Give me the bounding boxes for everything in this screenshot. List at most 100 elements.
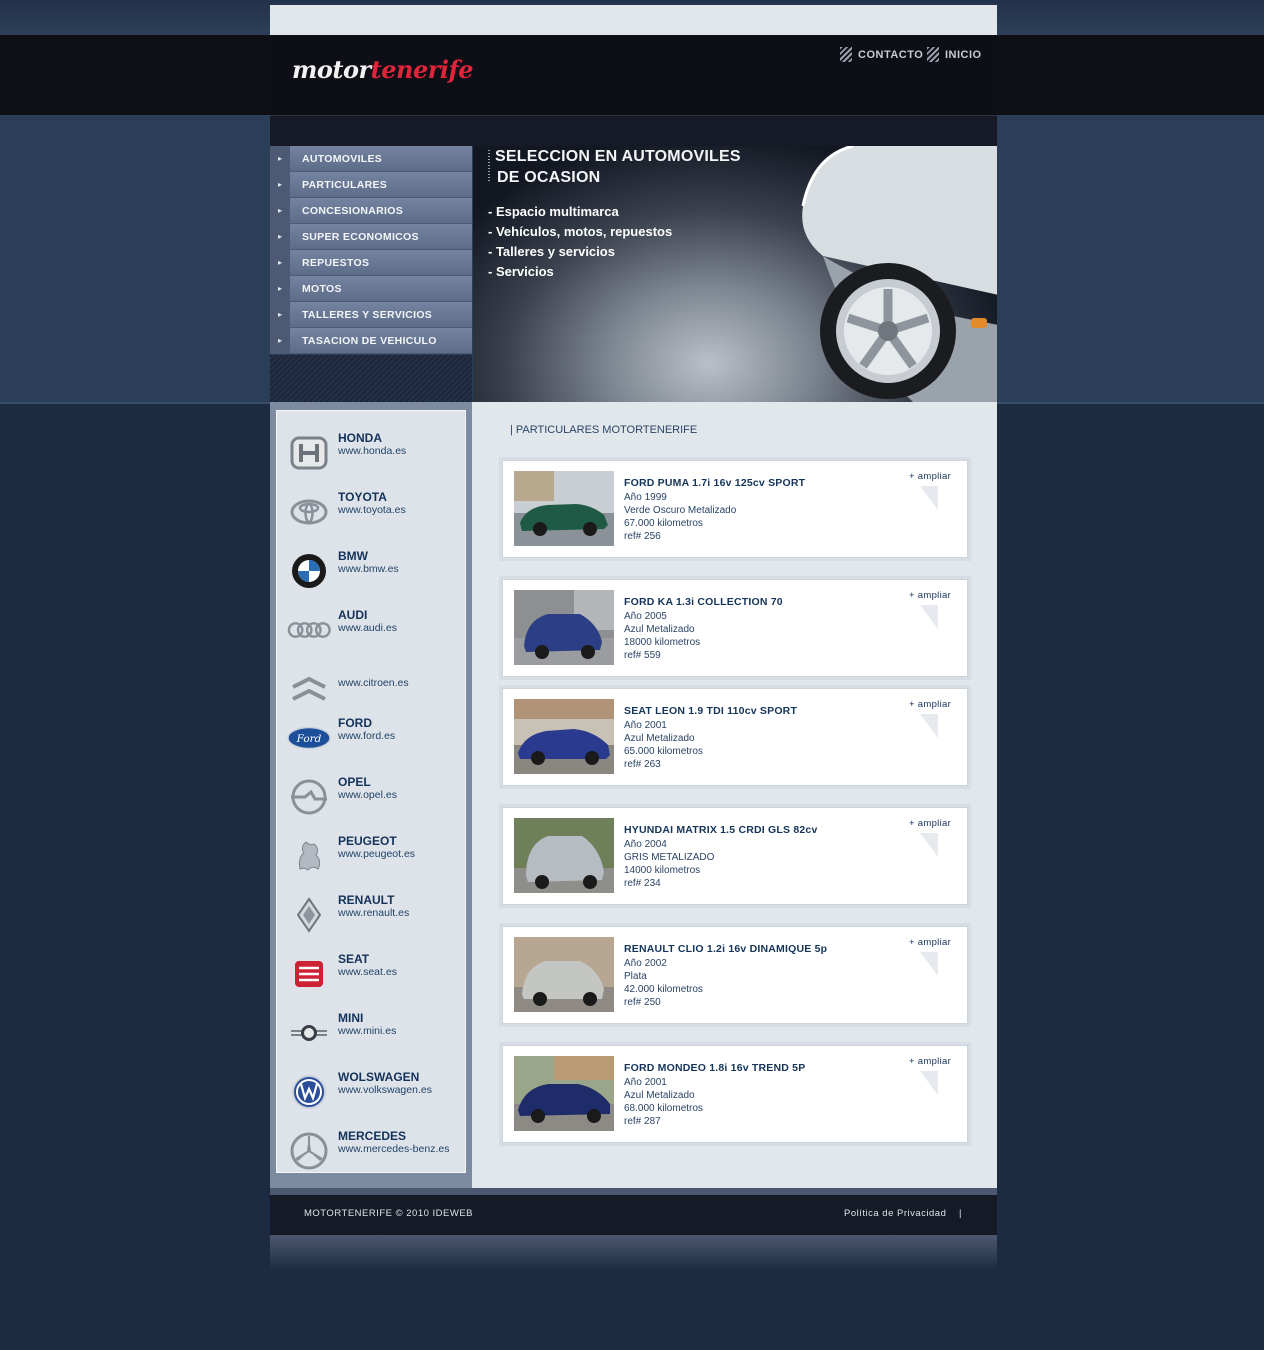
brand-url[interactable]: www.ford.es bbox=[338, 730, 453, 743]
brand-item-audi[interactable]: AUDI www.audi.es bbox=[277, 602, 465, 661]
listing-year: Año 1999 bbox=[624, 492, 667, 503]
honda-logo-icon bbox=[287, 433, 331, 473]
menu-item-tasacion-vehiculo[interactable]: ▸ TASACION DE VEHICULO bbox=[270, 328, 472, 354]
brand-item-volkswagen[interactable]: WOLSWAGEN www.volkswagen.es bbox=[277, 1064, 465, 1123]
brand-item-ford[interactable]: Ford FORD www.ford.es bbox=[277, 710, 465, 769]
listing-photo[interactable] bbox=[514, 937, 614, 1012]
listing-photo[interactable] bbox=[514, 699, 614, 774]
listing-photo[interactable] bbox=[514, 1056, 614, 1131]
menu-item-automoviles[interactable]: ▸ AUTOMOVILES bbox=[270, 146, 472, 172]
menu-item-particulares[interactable]: ▸ PARTICULARES bbox=[270, 172, 472, 198]
menu-item-label: MOTOS bbox=[302, 282, 342, 295]
hero-title-line2: DE OCASION bbox=[497, 169, 601, 186]
menu-item-label: AUTOMOVILES bbox=[302, 152, 383, 165]
brand-url[interactable]: www.mini.es bbox=[338, 1025, 453, 1038]
listing-color: Verde Oscuro Metalizado bbox=[624, 505, 737, 516]
section-title: | PARTICULARES MOTORTENERIFE bbox=[510, 424, 698, 436]
listing-ref: ref# 250 bbox=[624, 997, 661, 1008]
listing-card[interactable]: FORD MONDEO 1.8i 16v TREND 5P Año 2001 A… bbox=[502, 1045, 968, 1143]
listing-title[interactable]: FORD MONDEO 1.8i 16v TREND 5P bbox=[624, 1062, 805, 1074]
menu-item-motos[interactable]: ▸ MOTOS bbox=[270, 276, 472, 302]
brand-item-opel[interactable]: OPEL www.opel.es bbox=[277, 769, 465, 828]
menu-item-talleres-servicios[interactable]: ▸ TALLERES Y SERVICIOS bbox=[270, 302, 472, 328]
brand-url[interactable]: www.mercedes-benz.es bbox=[338, 1143, 453, 1156]
page-fold-icon bbox=[920, 486, 938, 510]
hero-bullet: - Talleres y servicios bbox=[488, 244, 615, 259]
page-container: motortenerife CONTACTO INICIO ▸ AUTOMOVIL… bbox=[270, 5, 997, 1270]
brand-item-seat[interactable]: SEAT www.seat.es bbox=[277, 946, 465, 1005]
ampliar-link[interactable]: + ampliar bbox=[909, 818, 951, 829]
listing-color: Azul Metalizado bbox=[624, 733, 695, 744]
brand-name: TOYOTA bbox=[338, 490, 387, 504]
menu-item-concesionarios[interactable]: ▸ CONCESIONARIOS bbox=[270, 198, 472, 224]
ampliar-link[interactable]: + ampliar bbox=[909, 1056, 951, 1067]
listing-km: 65.000 kilometros bbox=[624, 746, 703, 757]
hero-bullet: - Servicios bbox=[488, 264, 554, 279]
brand-url[interactable]: www.seat.es bbox=[338, 966, 453, 979]
listing-card[interactable]: FORD PUMA 1.7i 16v 125cv SPORT Año 1999 … bbox=[502, 460, 968, 558]
ampliar-link[interactable]: + ampliar bbox=[909, 471, 951, 482]
nav-inicio[interactable]: INICIO bbox=[927, 47, 982, 62]
brand-url[interactable]: www.volkswagen.es bbox=[338, 1084, 453, 1097]
brand-name: SEAT bbox=[338, 952, 370, 966]
listing-title[interactable]: FORD PUMA 1.7i 16v 125cv SPORT bbox=[624, 477, 805, 489]
listing-title[interactable]: FORD KA 1.3i COLLECTION 70 bbox=[624, 596, 783, 608]
brand-url[interactable]: www.toyota.es bbox=[338, 504, 453, 517]
listing-card[interactable]: HYUNDAI MATRIX 1.5 CRDI GLS 82cv Año 200… bbox=[502, 807, 968, 905]
brand-item-mini[interactable]: MINI www.mini.es bbox=[277, 1005, 465, 1064]
listing-year: Año 2004 bbox=[624, 839, 667, 850]
brand-name: PEUGEOT bbox=[338, 834, 397, 848]
brand-name: BMW bbox=[338, 549, 368, 563]
chevron-right-icon: ▸ bbox=[270, 198, 290, 223]
logo-text-white: motor bbox=[292, 55, 371, 84]
brand-url[interactable]: www.renault.es bbox=[338, 907, 453, 920]
brand-item-peugeot[interactable]: PEUGEOT www.peugeot.es bbox=[277, 828, 465, 887]
menu-item-label: SUPER ECONOMICOS bbox=[302, 230, 419, 243]
brand-item-mercedes[interactable]: MERCEDES www.mercedes-benz.es bbox=[277, 1123, 465, 1172]
brand-url[interactable]: www.honda.es bbox=[338, 445, 453, 458]
brand-item-toyota[interactable]: TOYOTA www.toyota.es bbox=[277, 484, 465, 543]
listing-photo[interactable] bbox=[514, 590, 614, 665]
listing-km: 68.000 kilometros bbox=[624, 1103, 703, 1114]
listing-photo[interactable] bbox=[514, 818, 614, 893]
brand-item-bmw[interactable]: BMW www.bmw.es bbox=[277, 543, 465, 602]
brand-url[interactable]: www.opel.es bbox=[338, 789, 453, 802]
brand-url[interactable]: www.citroen.es bbox=[338, 677, 453, 690]
brand-name: HONDA bbox=[338, 431, 382, 445]
seat-logo-icon bbox=[287, 954, 331, 994]
listing-title[interactable]: RENAULT CLIO 1.2i 16v DINAMIQUE 5p bbox=[624, 943, 827, 955]
menu-item-label: TALLERES Y SERVICIOS bbox=[302, 308, 433, 321]
listing-title[interactable]: HYUNDAI MATRIX 1.5 CRDI GLS 82cv bbox=[624, 824, 818, 836]
mini-logo-icon bbox=[287, 1013, 331, 1053]
volkswagen-logo-icon bbox=[287, 1072, 331, 1112]
privacy-policy-link[interactable]: Política de Privacidad bbox=[844, 1208, 946, 1219]
ampliar-link[interactable]: + ampliar bbox=[909, 590, 951, 601]
listing-photo[interactable] bbox=[514, 471, 614, 546]
peugeot-logo-icon bbox=[287, 836, 331, 876]
brand-url[interactable]: www.bmw.es bbox=[338, 563, 453, 576]
ampliar-link[interactable]: + ampliar bbox=[909, 699, 951, 710]
hero-title: SELECCION EN AUTOMOVILES DE OCASION bbox=[495, 146, 741, 188]
listing-year: Año 2001 bbox=[624, 1077, 667, 1088]
bmw-logo-icon bbox=[287, 551, 331, 591]
hero-bullet: - Espacio multimarca bbox=[488, 204, 619, 219]
nav-contacto[interactable]: CONTACTO bbox=[840, 47, 923, 62]
listing-ref: ref# 559 bbox=[624, 650, 661, 661]
menu-filler-pattern bbox=[270, 355, 472, 403]
brand-url[interactable]: www.peugeot.es bbox=[338, 848, 453, 861]
listing-card[interactable]: RENAULT CLIO 1.2i 16v DINAMIQUE 5p Año 2… bbox=[502, 926, 968, 1024]
listing-card[interactable]: SEAT LEON 1.9 TDI 110cv SPORT Año 2001 A… bbox=[502, 688, 968, 786]
menu-item-super-economicos[interactable]: ▸ SUPER ECONOMICOS bbox=[270, 224, 472, 250]
hero-bullet: - Vehículos, motos, repuestos bbox=[488, 224, 673, 239]
brand-item-renault[interactable]: RENAULT www.renault.es bbox=[277, 887, 465, 946]
brand-item-honda[interactable]: HONDA www.honda.es bbox=[277, 425, 465, 484]
site-logo[interactable]: motortenerife bbox=[292, 55, 474, 84]
brand-url[interactable]: www.audi.es bbox=[338, 622, 453, 635]
listing-card[interactable]: FORD KA 1.3i COLLECTION 70 Año 2005 Azul… bbox=[502, 579, 968, 677]
hero-title-line1: SELECCION EN AUTOMOVILES bbox=[495, 148, 741, 165]
menu-item-repuestos[interactable]: ▸ REPUESTOS bbox=[270, 250, 472, 276]
listing-km: 18000 kilometros bbox=[624, 637, 701, 648]
footer-separator bbox=[270, 1188, 997, 1195]
listing-title[interactable]: SEAT LEON 1.9 TDI 110cv SPORT bbox=[624, 705, 797, 717]
ampliar-link[interactable]: + ampliar bbox=[909, 937, 951, 948]
